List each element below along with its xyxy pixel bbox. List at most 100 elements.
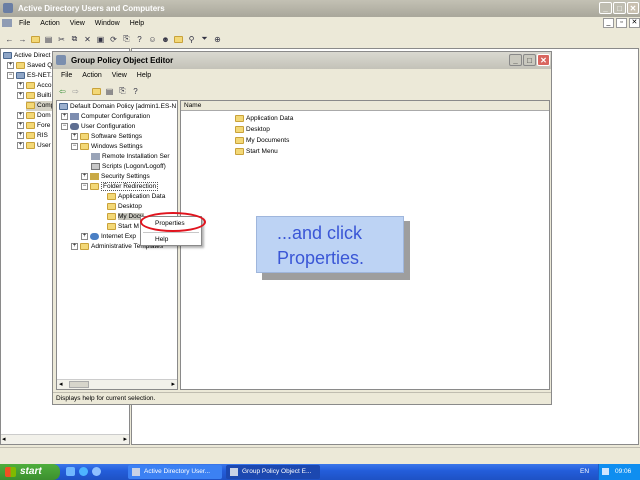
ad-tree-builtin[interactable]: + Builti xyxy=(17,91,51,101)
gpo-tree-start-menu[interactable]: Start M xyxy=(107,222,139,232)
ad-tree-root[interactable]: Active Direct xyxy=(3,51,50,61)
quicklaunch-ie-icon[interactable] xyxy=(79,467,88,476)
context-menu-help[interactable]: Help xyxy=(155,235,168,245)
gpo-up-icon[interactable] xyxy=(91,86,102,97)
ad-child-minimize-button[interactable]: _ xyxy=(603,18,614,28)
ad-tree-foreign[interactable]: + Fore xyxy=(17,121,50,131)
quicklaunch-desktop-icon[interactable] xyxy=(66,467,75,476)
start-button[interactable]: start xyxy=(0,464,60,480)
ad-menu-action[interactable]: Action xyxy=(35,20,64,27)
gpo-tree-desktop[interactable]: Desktop xyxy=(107,202,142,212)
language-indicator[interactable]: EN xyxy=(580,464,589,480)
group-icon[interactable]: ☻ xyxy=(160,34,171,45)
delete-icon[interactable]: ✕ xyxy=(82,34,93,45)
ad-maximize-button[interactable]: □ xyxy=(613,2,626,14)
ad-tree-computers[interactable]: Comp xyxy=(26,101,55,111)
ad-title: Active Directory Users and Computers xyxy=(18,4,165,13)
gpo-list-item-application-data[interactable]: Application Data xyxy=(235,114,293,124)
gpo-tree-computer-config[interactable]: + Computer Configuration xyxy=(61,112,150,122)
gpo-back-icon[interactable]: ⇦ xyxy=(57,86,68,97)
highlight-ellipse xyxy=(140,212,206,232)
clock[interactable]: 09:06 xyxy=(615,464,631,480)
gpo-list-item-start-menu[interactable]: Start Menu xyxy=(235,147,278,157)
forward-icon[interactable]: → xyxy=(17,34,28,45)
add-group-icon[interactable]: ⊕ xyxy=(212,34,223,45)
ad-menu-view[interactable]: View xyxy=(65,20,90,27)
gpo-maximize-button[interactable]: □ xyxy=(523,54,536,66)
gpo-menu-help[interactable]: Help xyxy=(132,72,156,79)
ad-tree-saved-queries[interactable]: + Saved Q xyxy=(7,61,52,71)
ad-tree-hscroll[interactable]: ◂ ▸ xyxy=(1,434,129,444)
ad-tree-ris[interactable]: + RIS xyxy=(17,131,48,141)
gpo-tree-scripts[interactable]: Scripts (Logon/Logoff) xyxy=(91,162,166,172)
tray-network-icon[interactable] xyxy=(602,468,609,475)
start-label: start xyxy=(20,466,42,477)
user-icon[interactable]: ☺ xyxy=(147,34,158,45)
gpo-menu-view[interactable]: View xyxy=(107,72,132,79)
gpo-scroll-right-icon[interactable]: ▸ xyxy=(171,380,175,388)
ad-menu-window[interactable]: Window xyxy=(90,20,125,27)
gpo-scroll-thumb[interactable] xyxy=(69,381,89,388)
gpo-minimize-button[interactable]: _ xyxy=(509,54,522,66)
callout-line-1: ...and click xyxy=(277,223,363,243)
gpo-help-icon[interactable]: ? xyxy=(130,86,141,97)
copy-icon[interactable]: ⧉ xyxy=(69,34,80,45)
taskbar-task-ad[interactable]: Active Directory User... xyxy=(128,465,222,479)
taskbar-task-gpo[interactable]: Group Policy Object E... xyxy=(226,465,320,479)
ad-statusbar xyxy=(0,447,640,464)
ad-titlebar[interactable]: Active Directory Users and Computers _ □… xyxy=(0,0,640,17)
remote-install-icon xyxy=(91,152,100,160)
ad-menu-help[interactable]: Help xyxy=(125,20,149,27)
scroll-right-icon[interactable]: ▸ xyxy=(123,435,127,443)
back-icon[interactable]: ← xyxy=(4,34,15,45)
ou-icon[interactable] xyxy=(173,34,184,45)
filter-icon[interactable]: ⏷ xyxy=(199,34,210,45)
ad-menu-file[interactable]: File xyxy=(14,20,35,27)
ad-minimize-button[interactable]: _ xyxy=(599,2,612,14)
gpo-titlebar[interactable]: Group Policy Object Editor _ □ ✕ xyxy=(53,52,551,69)
ad-app-icon xyxy=(3,3,13,13)
gpo-tree-application-data[interactable]: Application Data xyxy=(107,192,165,202)
up-folder-icon[interactable] xyxy=(30,34,41,45)
export-icon[interactable]: ⎘ xyxy=(121,34,132,45)
gpo-list-header-name[interactable]: Name xyxy=(184,102,201,109)
context-menu-separator xyxy=(143,232,199,233)
gpo-show-tree-icon[interactable]: ▤ xyxy=(104,86,115,97)
scroll-left-icon[interactable]: ◂ xyxy=(2,435,6,443)
gpo-tree-root[interactable]: Default Domain Policy [admin1.ES-N xyxy=(59,102,176,112)
ad-tree-domain[interactable]: − ES-NET.C xyxy=(7,71,57,81)
gpo-tree-internet-explorer[interactable]: + Internet Exp xyxy=(81,232,136,242)
gpo-export-icon[interactable]: ⎘ xyxy=(117,86,128,97)
gpo-tree-security-settings[interactable]: + Security Settings xyxy=(81,172,150,182)
show-tree-icon[interactable]: ▤ xyxy=(43,34,54,45)
gpo-tree-user-config[interactable]: − User Configuration xyxy=(61,122,135,132)
gpo-tree-software-settings[interactable]: + Software Settings xyxy=(71,132,142,142)
gpo-forward-icon[interactable]: ⇨ xyxy=(70,86,81,97)
ad-child-close-button[interactable]: ✕ xyxy=(628,18,640,28)
gpo-tree-my-documents[interactable]: My Docu xyxy=(107,212,144,222)
security-icon xyxy=(90,172,99,180)
tutorial-callout-box: ...and click Properties. xyxy=(256,216,404,273)
gpo-tree-hscroll[interactable]: ◂ ▸ xyxy=(57,379,177,389)
gpo-scroll-left-icon[interactable]: ◂ xyxy=(59,380,63,388)
gpo-tree-windows-settings[interactable]: − Windows Settings xyxy=(71,142,143,152)
properties-icon[interactable]: ▣ xyxy=(95,34,106,45)
cut-icon[interactable]: ✂ xyxy=(56,34,67,45)
gpo-tree-folder-redirection[interactable]: − Folder Redirection xyxy=(81,182,159,192)
refresh-icon[interactable]: ⟳ xyxy=(108,34,119,45)
gpo-list-header[interactable]: Name xyxy=(181,101,549,111)
find-icon[interactable]: ⚲ xyxy=(186,34,197,45)
gpo-menu-file[interactable]: File xyxy=(56,72,77,79)
quicklaunch-media-icon[interactable] xyxy=(92,467,101,476)
gpo-close-button[interactable]: ✕ xyxy=(537,54,550,66)
gpo-tree-remote-install[interactable]: Remote Installation Ser xyxy=(91,152,170,162)
ad-tree-domain-controllers[interactable]: + Dom xyxy=(17,111,51,121)
help-icon[interactable]: ? xyxy=(134,34,145,45)
ad-child-restore-button[interactable]: ▫ xyxy=(615,18,627,28)
ad-tree-accounts[interactable]: + Acco xyxy=(17,81,51,91)
gpo-list-item-my-documents[interactable]: My Documents xyxy=(235,136,289,146)
ad-close-button[interactable]: ✕ xyxy=(627,2,639,14)
gpo-menu-action[interactable]: Action xyxy=(77,72,106,79)
gpo-list-item-desktop[interactable]: Desktop xyxy=(235,125,270,135)
ad-tree-users[interactable]: + User xyxy=(17,141,51,151)
